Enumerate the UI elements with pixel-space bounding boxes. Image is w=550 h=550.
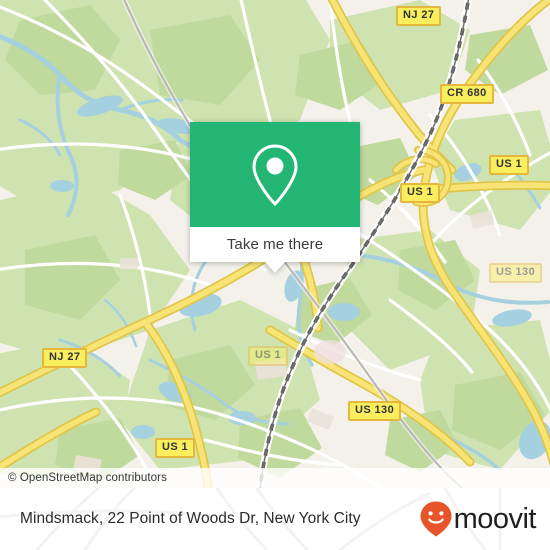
location-title: Mindsmack, 22 Point of Woods Dr, New Yor… bbox=[20, 510, 361, 527]
road-shield: US 130 bbox=[348, 401, 402, 421]
road-shield: CR 680 bbox=[440, 84, 494, 104]
road-shield: US 1 bbox=[400, 183, 441, 203]
map-share-card: NJ 27 CR 680 US 1 US 1 US 130 NJ 27 US 1 US 130… bbox=[0, 0, 550, 550]
footer-bar: Mindsmack, 22 Point of Woods Dr, New Yor… bbox=[0, 488, 550, 550]
moovit-brand[interactable]: moovit bbox=[419, 500, 537, 538]
moovit-pin-smiley-icon bbox=[420, 501, 452, 537]
road-shield: US 1 bbox=[155, 438, 196, 458]
road-shield: US 1 bbox=[489, 155, 530, 175]
location-popup[interactable]: Take me there bbox=[190, 122, 360, 273]
take-me-there-button[interactable]: Take me there bbox=[190, 227, 360, 262]
moovit-wordmark: moovit bbox=[453, 502, 537, 535]
road-shield: US 1 bbox=[248, 346, 289, 366]
road-shield: NJ 27 bbox=[396, 6, 442, 26]
attribution-text: © OpenStreetMap contributors bbox=[8, 472, 167, 484]
popup-tail bbox=[265, 262, 285, 273]
take-me-there-label: Take me there bbox=[226, 236, 324, 253]
map-attribution: © OpenStreetMap contributors bbox=[0, 468, 550, 488]
road-shield: NJ 27 bbox=[42, 348, 88, 368]
road-shield: US 130 bbox=[489, 263, 543, 283]
footer-content: Mindsmack, 22 Point of Woods Dr, New Yor… bbox=[0, 488, 550, 550]
map-pin-icon bbox=[252, 143, 298, 206]
popup-image-panel bbox=[190, 122, 360, 227]
